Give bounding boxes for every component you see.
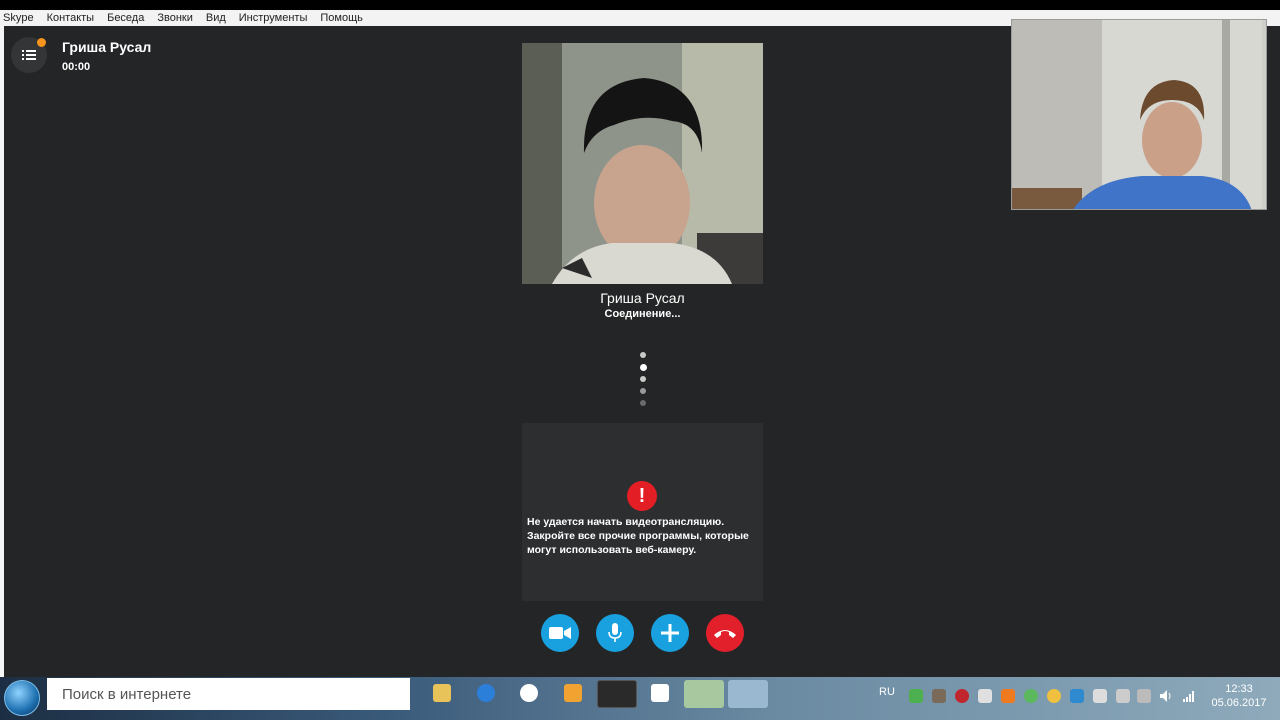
menu-help[interactable]: Помощь [320, 12, 363, 24]
error-message: Не удается начать видеотрансляцию. Закро… [527, 516, 749, 556]
call-timer: 00:00 [62, 61, 91, 73]
self-view-video [1011, 19, 1267, 210]
top-black-band [0, 0, 1280, 10]
progress-dot [640, 400, 646, 406]
clock-date: 05.06.2017 [1211, 697, 1267, 709]
skype-taskbar-icon[interactable] [728, 680, 768, 708]
call-status: Соединение... [604, 308, 681, 320]
tray-icon[interactable] [1137, 689, 1151, 703]
explorer-icon[interactable] [433, 684, 451, 702]
header-contact-name: Гриша Русал [62, 39, 152, 55]
tray-icon[interactable] [1070, 689, 1084, 703]
tray-icon[interactable] [1024, 689, 1038, 703]
microphone-icon [608, 623, 622, 642]
internet-explorer-icon[interactable] [477, 684, 495, 702]
network-icon[interactable] [1182, 689, 1196, 703]
mute-button[interactable] [596, 614, 634, 652]
tray-icon[interactable] [1116, 689, 1130, 703]
tray-icon[interactable] [909, 689, 923, 703]
system-clock[interactable]: 12:33 05.06.2017 [1208, 682, 1270, 710]
tray-icon[interactable] [955, 689, 969, 703]
tray-icon[interactable] [1001, 689, 1015, 703]
menu-conversation[interactable]: Беседа [107, 12, 144, 24]
utorrent-icon[interactable] [684, 680, 724, 708]
tray-icon[interactable] [932, 689, 946, 703]
menu-calls[interactable]: Звонки [157, 12, 193, 24]
notification-dot [37, 38, 46, 47]
clock-time: 12:33 [1225, 683, 1253, 695]
media-player-icon[interactable] [564, 684, 582, 702]
self-view-frame [1012, 20, 1266, 209]
taskbar-search-input[interactable]: Поиск в интернете [47, 678, 410, 710]
menu-tools[interactable]: Инструменты [239, 12, 308, 24]
callee-name: Гриша Русал [600, 290, 685, 306]
add-button[interactable] [651, 614, 689, 652]
progress-dot [640, 376, 646, 382]
progress-dot [640, 352, 646, 358]
yandex-browser-icon[interactable] [520, 684, 538, 702]
remote-video [522, 43, 763, 284]
list-icon [22, 50, 36, 60]
menu-view[interactable]: Вид [206, 12, 226, 24]
start-button[interactable] [4, 680, 40, 716]
remote-video-frame [522, 43, 763, 284]
menu-toggle-button[interactable] [11, 37, 47, 73]
hang-up-icon [714, 630, 736, 638]
tray-icon[interactable] [1047, 689, 1061, 703]
plus-icon [661, 624, 679, 642]
yandex-icon[interactable] [651, 684, 669, 702]
volume-icon[interactable] [1159, 689, 1173, 703]
menu-skype[interactable]: Skype [3, 12, 34, 24]
progress-dot [640, 388, 646, 394]
progress-dot [639, 364, 647, 371]
video-camera-icon [549, 627, 571, 639]
video-button[interactable] [541, 614, 579, 652]
webcam-error-panel: ! Не удается начать видеотрансляцию. Зак… [522, 423, 763, 601]
recorder-icon[interactable] [597, 680, 637, 708]
end-call-button[interactable] [706, 614, 744, 652]
tray-icon[interactable] [1093, 689, 1107, 703]
connecting-indicator [638, 352, 648, 408]
error-icon: ! [627, 481, 657, 511]
menu-contacts[interactable]: Контакты [47, 12, 95, 24]
tray-icon[interactable] [978, 689, 992, 703]
language-indicator[interactable]: RU [879, 686, 895, 698]
